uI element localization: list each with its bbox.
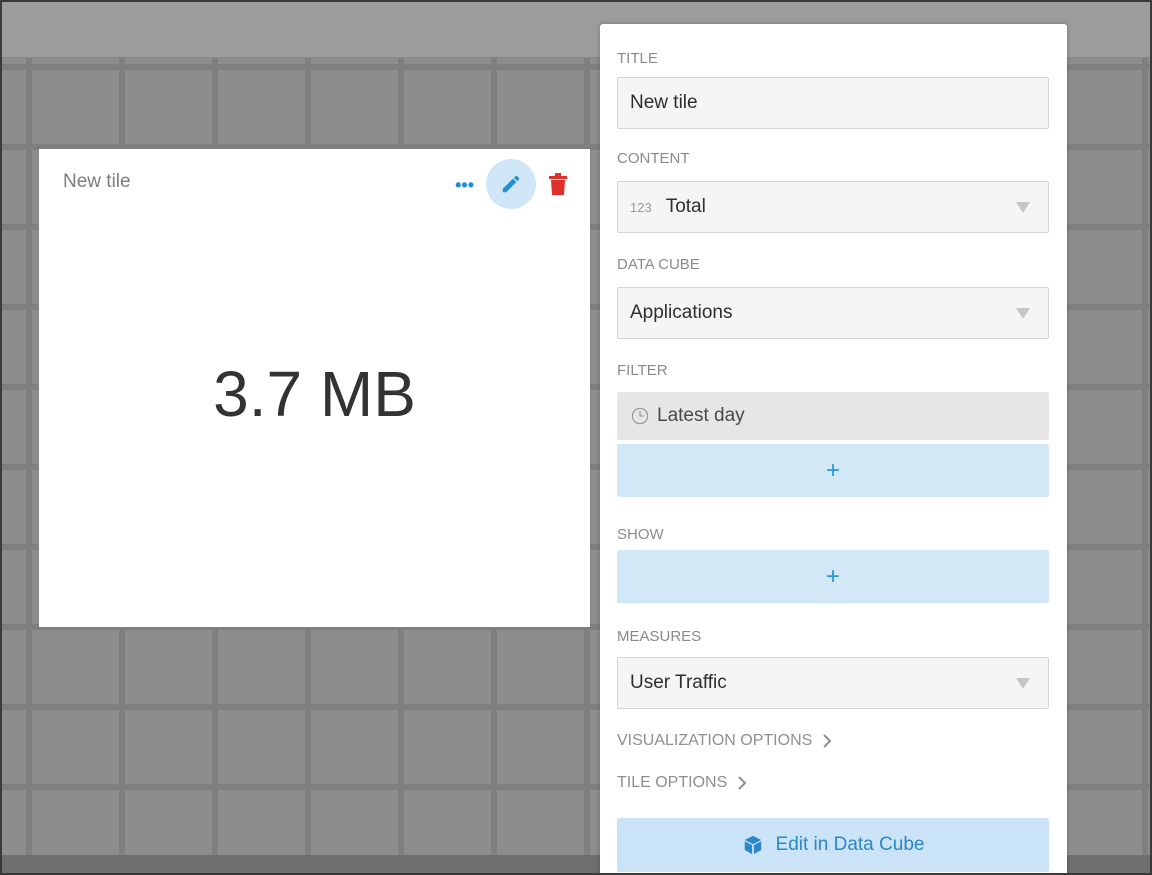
more-dots-icon[interactable]: ••• (455, 174, 474, 194)
number-type-icon: 123 (630, 199, 652, 215)
tile-settings-panel: TITLE New tile CONTENT 123 Total DATA CU… (600, 24, 1067, 873)
datacube-select[interactable]: Applications (617, 287, 1049, 339)
content-select-value: Total (665, 196, 706, 217)
datacube-label: DATA CUBE (617, 256, 700, 273)
title-input[interactable]: New tile (617, 77, 1049, 129)
visualization-options-toggle[interactable]: VISUALIZATION OPTIONS (617, 732, 832, 750)
tile-actions: ••• (455, 159, 568, 209)
content-select[interactable]: 123 Total (617, 181, 1049, 233)
measures-select-value: User Traffic (630, 672, 727, 693)
trash-icon[interactable] (548, 173, 568, 195)
edit-in-data-cube-button[interactable]: Edit in Data Cube (617, 818, 1049, 872)
dashboard-tile[interactable]: New tile ••• 3.7 MB (39, 149, 590, 627)
chevron-right-icon (823, 734, 832, 748)
tile-options-toggle[interactable]: TILE OPTIONS (617, 774, 747, 792)
plus-icon: + (825, 562, 840, 590)
edit-in-data-cube-label: Edit in Data Cube (775, 834, 925, 855)
tile-title: New tile (63, 171, 131, 192)
measures-select[interactable]: User Traffic (617, 657, 1049, 709)
title-label: TITLE (617, 50, 658, 67)
tile-options-label: TILE OPTIONS (617, 774, 728, 791)
chevron-right-icon (738, 776, 747, 790)
dashboard-canvas: New tile ••• 3.7 MB TITLE New tile CONTE… (0, 0, 1152, 875)
content-label: CONTENT (617, 150, 690, 167)
cube-icon (744, 835, 761, 855)
add-filter-button[interactable]: + (617, 444, 1049, 497)
clock-icon (631, 407, 649, 425)
filter-chip-latest-day[interactable]: Latest day (617, 392, 1049, 440)
tile-value: 3.7 MB (213, 358, 416, 430)
dropdown-caret-icon (1016, 678, 1030, 689)
measures-label: MEASURES (617, 628, 702, 645)
filter-chip-label: Latest day (657, 405, 745, 426)
show-label: SHOW (617, 526, 664, 543)
datacube-select-value: Applications (630, 302, 733, 323)
pencil-icon[interactable] (486, 159, 536, 209)
filter-label: FILTER (617, 362, 668, 379)
dropdown-caret-icon (1016, 202, 1030, 213)
dropdown-caret-icon (1016, 308, 1030, 319)
plus-icon: + (825, 456, 840, 484)
title-input-value: New tile (630, 92, 698, 113)
add-show-button[interactable]: + (617, 550, 1049, 603)
visualization-options-label: VISUALIZATION OPTIONS (617, 732, 813, 749)
